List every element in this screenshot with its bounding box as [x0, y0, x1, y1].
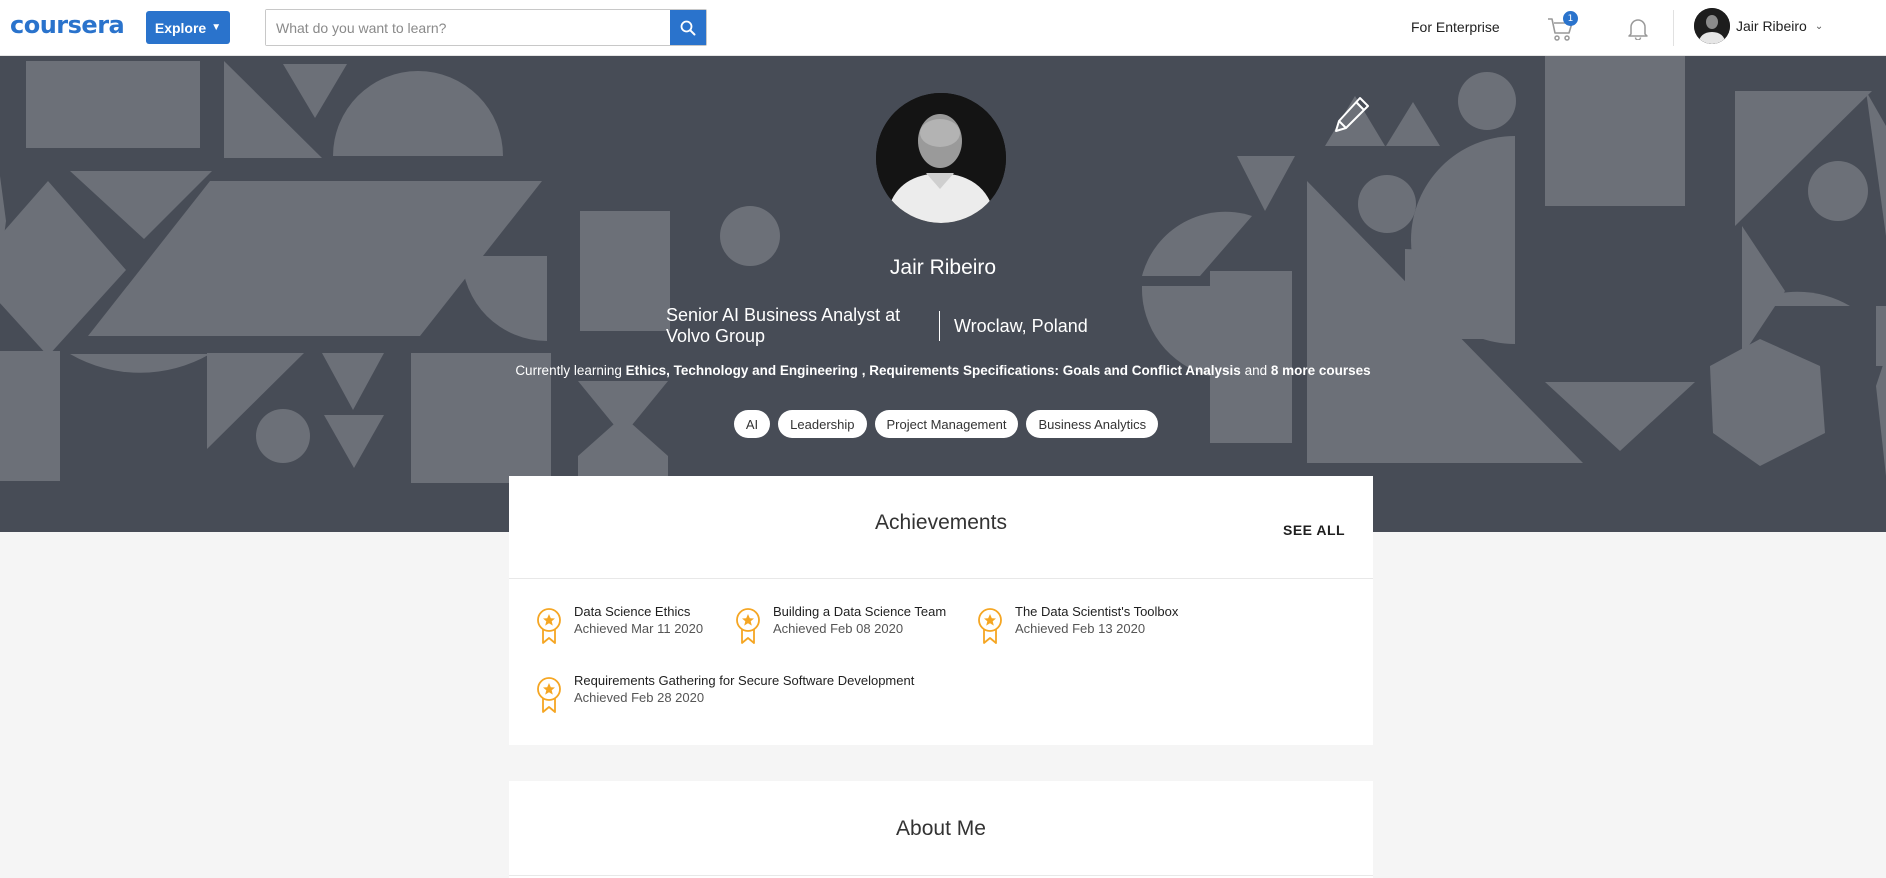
cart-button[interactable]: 1 — [1546, 11, 1578, 43]
achievements-title: Achievements — [875, 511, 1007, 534]
achievement-item[interactable]: The Data Scientist's Toolbox Achieved Fe… — [975, 604, 1178, 646]
achievement-date: Achieved Feb 13 2020 — [1015, 621, 1146, 636]
edit-profile-button[interactable] — [1332, 94, 1372, 134]
currently-learning: Currently learning Ethics, Technology an… — [0, 363, 1886, 378]
bell-icon — [1628, 19, 1648, 41]
chevron-down-icon: ⌄ — [1814, 20, 1824, 32]
achievements-card: Achievements SEE ALL Data Science Ethics… — [509, 476, 1373, 745]
profile-photo — [876, 93, 1006, 223]
award-ribbon-icon — [978, 608, 1002, 644]
search-bar — [265, 9, 707, 46]
top-navigation-bar: coursera Explore ▼ For Enterprise 1 — [0, 0, 1886, 56]
achievement-name: Data Science Ethics — [574, 604, 691, 619]
achievements-header: Achievements SEE ALL — [509, 476, 1373, 579]
skill-tag[interactable]: Business Analytics — [1026, 410, 1159, 438]
achievement-date: Achieved Feb 08 2020 — [773, 621, 904, 636]
cart-count-badge: 1 — [1563, 11, 1578, 26]
title-location-separator — [939, 311, 940, 341]
course-link-1[interactable]: Ethics, Technology and Engineering — [626, 363, 858, 378]
achievement-date: Achieved Feb 28 2020 — [574, 690, 705, 705]
explore-button[interactable]: Explore ▼ — [146, 11, 230, 44]
about-me-title: About Me — [896, 817, 986, 840]
see-all-link[interactable]: SEE ALL — [1283, 522, 1345, 538]
award-ribbon-icon — [537, 608, 561, 644]
search-button[interactable] — [670, 10, 706, 45]
award-ribbon-icon — [537, 677, 561, 713]
location: Wroclaw, Poland — [954, 316, 1088, 336]
about-me-card: About Me — [509, 781, 1373, 878]
coursera-logo[interactable]: coursera — [10, 11, 125, 39]
learning-and: and — [1244, 363, 1268, 378]
notifications-button[interactable] — [1627, 16, 1649, 41]
achievement-item[interactable]: Building a Data Science Team Achieved Fe… — [733, 604, 946, 646]
award-ribbon-icon — [736, 608, 760, 644]
skill-tag[interactable]: Leadership — [778, 410, 867, 438]
pencil-icon — [1335, 97, 1369, 132]
achievement-item[interactable]: Data Science Ethics Achieved Mar 11 2020 — [534, 604, 703, 646]
more-courses-link[interactable]: 8 more courses — [1271, 363, 1371, 378]
user-name: Jair Ribeiro — [1736, 18, 1807, 34]
explore-label: Explore — [154, 19, 207, 36]
achievement-name: Building a Data Science Team — [773, 604, 947, 619]
achievement-item[interactable]: Requirements Gathering for Secure Softwa… — [534, 673, 914, 715]
for-enterprise-link[interactable]: For Enterprise — [1411, 19, 1500, 35]
skill-tags: AI Leadership Project Management Busines… — [0, 410, 1886, 438]
chevron-down-icon: ▼ — [211, 22, 222, 33]
user-menu[interactable]: Jair Ribeiro ⌄ — [1694, 8, 1823, 44]
learning-prefix: Currently learning — [515, 363, 622, 378]
header-divider — [1673, 10, 1674, 46]
profile-name: Jair Ribeiro — [889, 256, 997, 279]
achievement-date: Achieved Mar 11 2020 — [574, 621, 704, 636]
job-title: Senior AI Business Analyst at Volvo Grou… — [666, 305, 901, 346]
achievement-name: The Data Scientist's Toolbox — [1015, 604, 1179, 619]
achievement-name: Requirements Gathering for Secure Softwa… — [574, 673, 915, 688]
user-avatar — [1694, 8, 1730, 44]
skill-tag[interactable]: Project Management — [874, 410, 1019, 438]
search-input[interactable] — [266, 10, 670, 45]
about-divider — [509, 875, 1373, 876]
profile-banner: Jair Ribeiro Senior AI Business Analyst … — [0, 56, 1886, 532]
search-icon — [680, 20, 696, 35]
course-separator: , — [861, 363, 866, 378]
course-link-2[interactable]: Requirements Specifications: Goals and C… — [869, 363, 1241, 378]
skill-tag[interactable]: AI — [733, 410, 771, 438]
